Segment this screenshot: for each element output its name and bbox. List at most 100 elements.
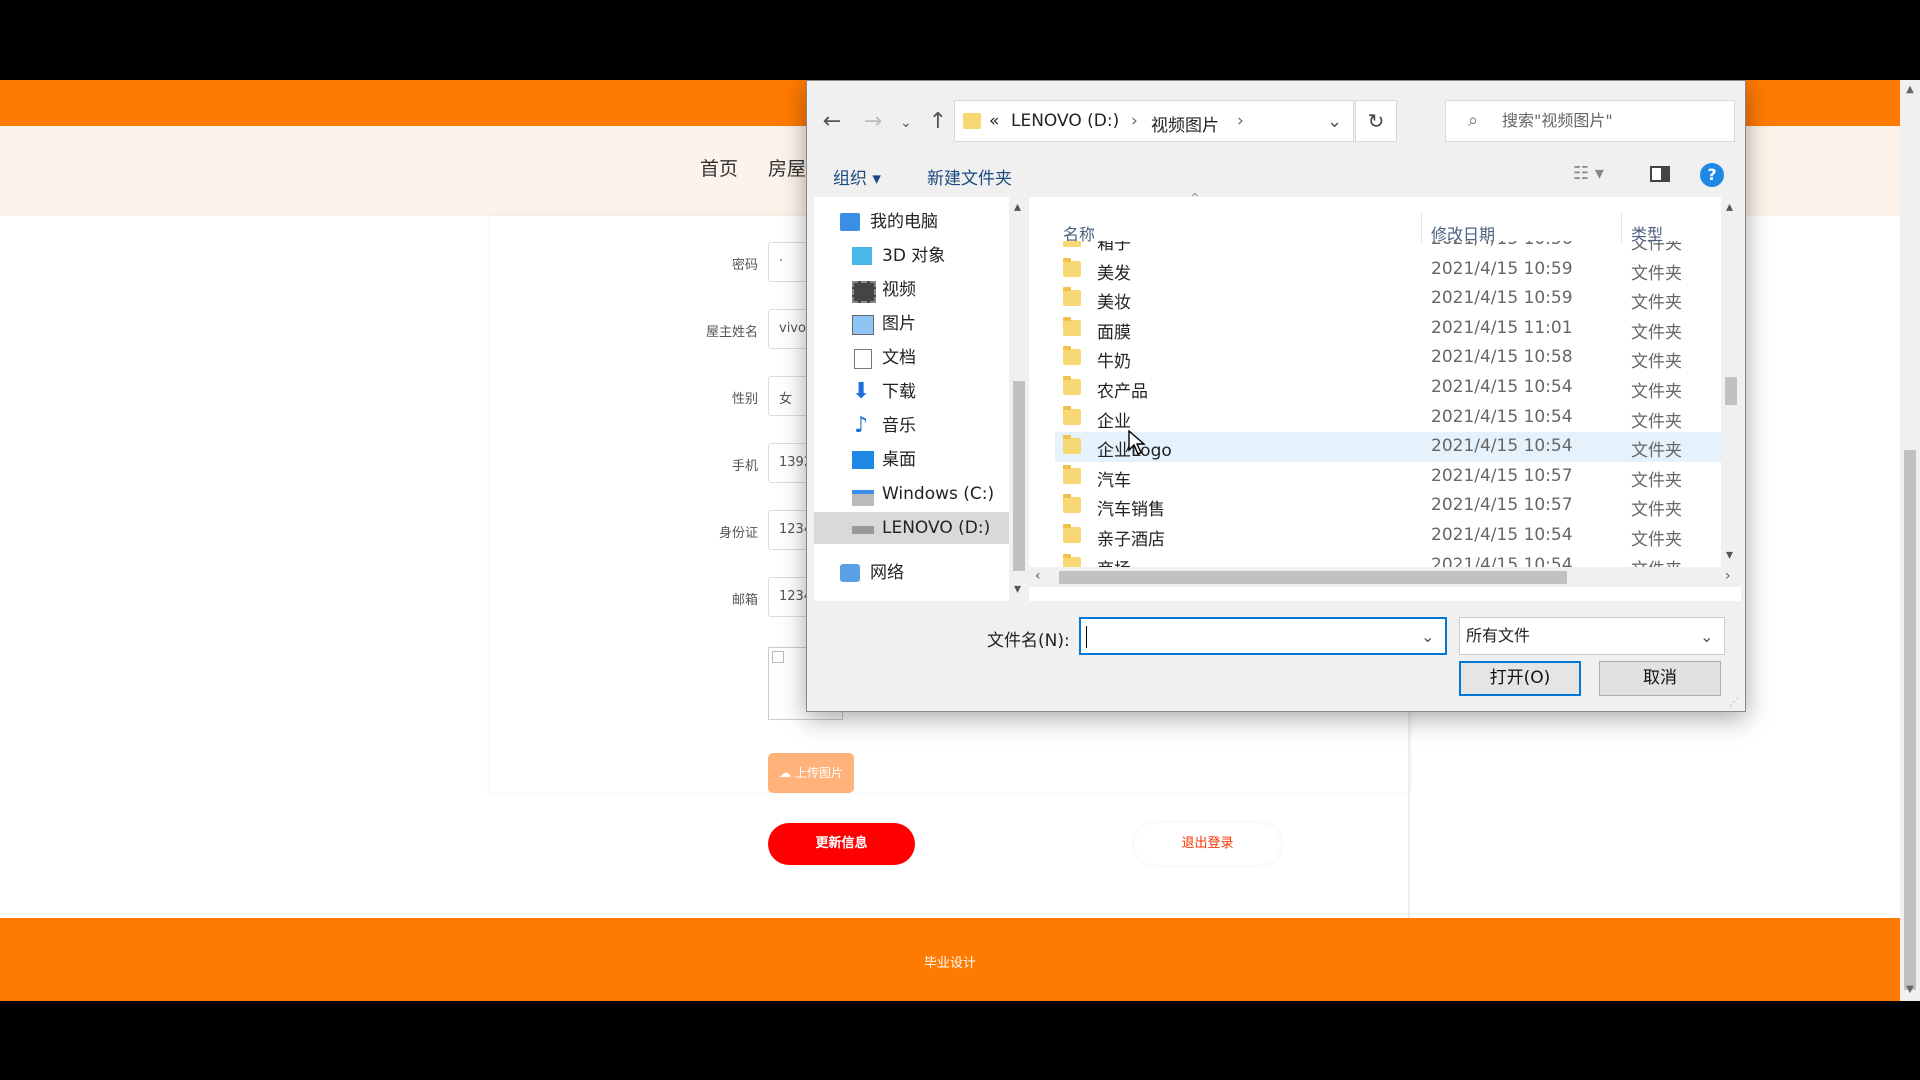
filter-dropdown-chevron-icon: ⌄	[1700, 627, 1714, 646]
nav-item-network[interactable]: 网络	[814, 557, 1009, 589]
file-row[interactable]: 箱子 2021/4/15 10:56 文件夹	[1055, 241, 1721, 255]
breadcrumb-drive[interactable]: LENOVO (D:)	[1011, 111, 1119, 131]
file-name: 美妆	[1097, 293, 1131, 314]
nav-item-label: 桌面	[882, 450, 916, 470]
file-list-horizontal-scrollbar-thumb[interactable]	[1059, 571, 1567, 584]
network-icon	[840, 564, 860, 582]
gender-label: 性别	[731, 392, 758, 407]
nav-item-downloads[interactable]: ⬇ 下载	[814, 376, 1009, 408]
folder-icon	[1063, 316, 1081, 336]
nav-item-label: 文档	[882, 348, 916, 368]
nav-house-link[interactable]: 房屋	[768, 154, 806, 181]
breadcrumb-folder[interactable]: 视频图片	[1151, 111, 1219, 136]
scroll-up-icon[interactable]: ▲	[1900, 80, 1920, 100]
file-row[interactable]: 汽车 2021/4/15 10:57 文件夹	[1055, 462, 1721, 492]
nav-item-music[interactable]: ♪ 音乐	[814, 410, 1009, 442]
address-bar[interactable]: « LENOVO (D:) › 视频图片 › ⌄	[954, 100, 1354, 142]
upload-image-button[interactable]: ☁ 上传图片	[768, 753, 854, 793]
open-button[interactable]: 打开(O)	[1459, 661, 1581, 696]
help-icon[interactable]: ?	[1700, 163, 1724, 187]
open-file-dialog: ← → ⌄ ↑ « LENOVO (D:) › 视频图片 › ⌄ ↻ ⌕ 搜索"…	[806, 80, 1746, 712]
3d-objects-icon	[852, 247, 872, 265]
file-name: 美发	[1097, 263, 1131, 284]
cancel-button[interactable]: 取消	[1599, 661, 1721, 696]
file-name: 汽车	[1097, 470, 1131, 491]
file-date: 2021/4/15 10:59	[1431, 288, 1573, 309]
search-icon: ⌕	[1468, 110, 1479, 131]
view-options-icon[interactable]: ☷ ▾	[1573, 163, 1604, 184]
update-info-button[interactable]: 更新信息	[768, 823, 915, 865]
scroll-right-icon[interactable]: ›	[1725, 568, 1731, 584]
breadcrumb-overflow[interactable]: «	[989, 111, 999, 131]
recent-locations-chevron-icon[interactable]: ⌄	[900, 115, 912, 131]
nav-item-desktop[interactable]: 桌面	[814, 444, 1009, 476]
logout-button[interactable]: 退出登录	[1134, 823, 1281, 865]
file-row[interactable]: 面膜 2021/4/15 11:01 文件夹	[1055, 314, 1721, 344]
scroll-down-icon[interactable]: ▾	[1014, 581, 1021, 597]
up-arrow-icon[interactable]: ↑	[923, 109, 953, 134]
file-type-filter-select[interactable]: 所有文件 ⌄	[1459, 617, 1725, 655]
email-label: 邮箱	[731, 593, 758, 608]
nav-item-videos[interactable]: 视频	[814, 274, 1009, 306]
folder-icon	[963, 113, 981, 129]
resize-grip-icon[interactable]: ⋰	[1729, 697, 1739, 708]
file-row[interactable]: 美发 2021/4/15 10:59 文件夹	[1055, 255, 1721, 285]
file-row[interactable]: 企业 2021/4/15 10:54 文件夹	[1055, 403, 1721, 433]
nav-item-my-computer[interactable]: 我的电脑	[814, 206, 1009, 238]
preview-pane-icon[interactable]	[1650, 166, 1670, 182]
file-row[interactable]: 农产品 2021/4/15 10:54 文件夹	[1055, 373, 1721, 403]
file-row[interactable]: 美妆 2021/4/15 10:59 文件夹	[1055, 284, 1721, 314]
nav-item-label: 我的电脑	[870, 212, 938, 232]
text-caret	[1086, 626, 1087, 648]
address-dropdown-chevron-icon[interactable]: ⌄	[1327, 111, 1342, 132]
nav-item-lenovo-d[interactable]: LENOVO (D:)	[814, 512, 1009, 544]
scroll-down-icon[interactable]: ▼	[1900, 980, 1920, 1000]
cloud-upload-icon: ☁	[779, 766, 795, 780]
folder-icon	[1063, 376, 1081, 395]
nav-item-pictures[interactable]: 图片	[814, 308, 1009, 340]
new-folder-button[interactable]: 新建文件夹	[927, 164, 1012, 189]
nav-item-label: 图片	[882, 314, 916, 334]
nav-item-3d-objects[interactable]: 3D 对象	[814, 240, 1009, 272]
forward-arrow-icon[interactable]: →	[858, 109, 888, 134]
file-list-vertical-scrollbar-thumb[interactable]	[1725, 377, 1737, 405]
nav-item-documents[interactable]: 文档	[814, 342, 1009, 374]
file-row[interactable]: 汽车销售 2021/4/15 10:57 文件夹	[1055, 491, 1721, 521]
scroll-up-icon[interactable]: ▴	[1726, 199, 1733, 215]
nav-pane-scrollbar-thumb[interactable]	[1013, 381, 1025, 571]
page-scrollbar-thumb[interactable]	[1904, 450, 1916, 990]
file-list-viewport: 箱子2021/4/15 10:56文件夹美发 2021/4/15 10:59 文件夹…	[1029, 241, 1721, 581]
file-type: 文件夹	[1631, 352, 1682, 373]
nav-home-link[interactable]: 首页	[700, 154, 738, 181]
filename-dropdown-chevron-icon[interactable]: ⌄	[1421, 627, 1434, 646]
filename-input[interactable]: ⌄	[1079, 617, 1447, 655]
file-row[interactable]: 亲子酒店 2021/4/15 10:54 文件夹	[1055, 521, 1721, 551]
password-label: 密码	[731, 258, 758, 273]
column-divider	[1621, 213, 1622, 243]
file-name: 汽车销售	[1097, 500, 1165, 521]
footer-text: 毕业设计	[923, 956, 976, 971]
file-name: 牛奶	[1097, 352, 1131, 373]
file-list: ⌃ 名称 修改日期 类型 箱子2021/4/15 10:56文件夹美发2021/…	[1029, 191, 1741, 601]
search-input[interactable]: ⌕ 搜索"视频图片"	[1445, 100, 1735, 142]
file-date: 2021/4/15 10:59	[1431, 258, 1573, 279]
file-row[interactable]: 企业Logo 2021/4/15 10:54 文件夹	[1055, 432, 1721, 463]
id-card-label: 身份证	[718, 526, 758, 541]
documents-icon	[854, 349, 872, 369]
file-row[interactable]: 牛奶 2021/4/15 10:58 文件夹	[1055, 343, 1721, 373]
broken-image-icon	[772, 651, 784, 663]
refresh-icon[interactable]: ↻	[1355, 100, 1397, 142]
scroll-down-icon[interactable]: ▾	[1726, 547, 1733, 563]
organize-menu[interactable]: 组织 ▾	[833, 164, 881, 189]
file-type: 文件夹	[1631, 500, 1682, 521]
scroll-left-icon[interactable]: ‹	[1035, 568, 1041, 584]
folder-icon	[1063, 494, 1081, 514]
nav-item-label: 3D 对象	[882, 246, 946, 266]
column-divider	[1421, 213, 1422, 243]
nav-item-windows-c[interactable]: Windows (C:)	[814, 478, 1009, 510]
file-name: 农产品	[1097, 382, 1148, 402]
file-name: 企业	[1097, 411, 1131, 432]
scroll-up-icon[interactable]: ▴	[1014, 199, 1021, 215]
back-arrow-icon[interactable]: ←	[817, 109, 847, 134]
file-date: 2021/4/15 10:57	[1431, 465, 1573, 486]
